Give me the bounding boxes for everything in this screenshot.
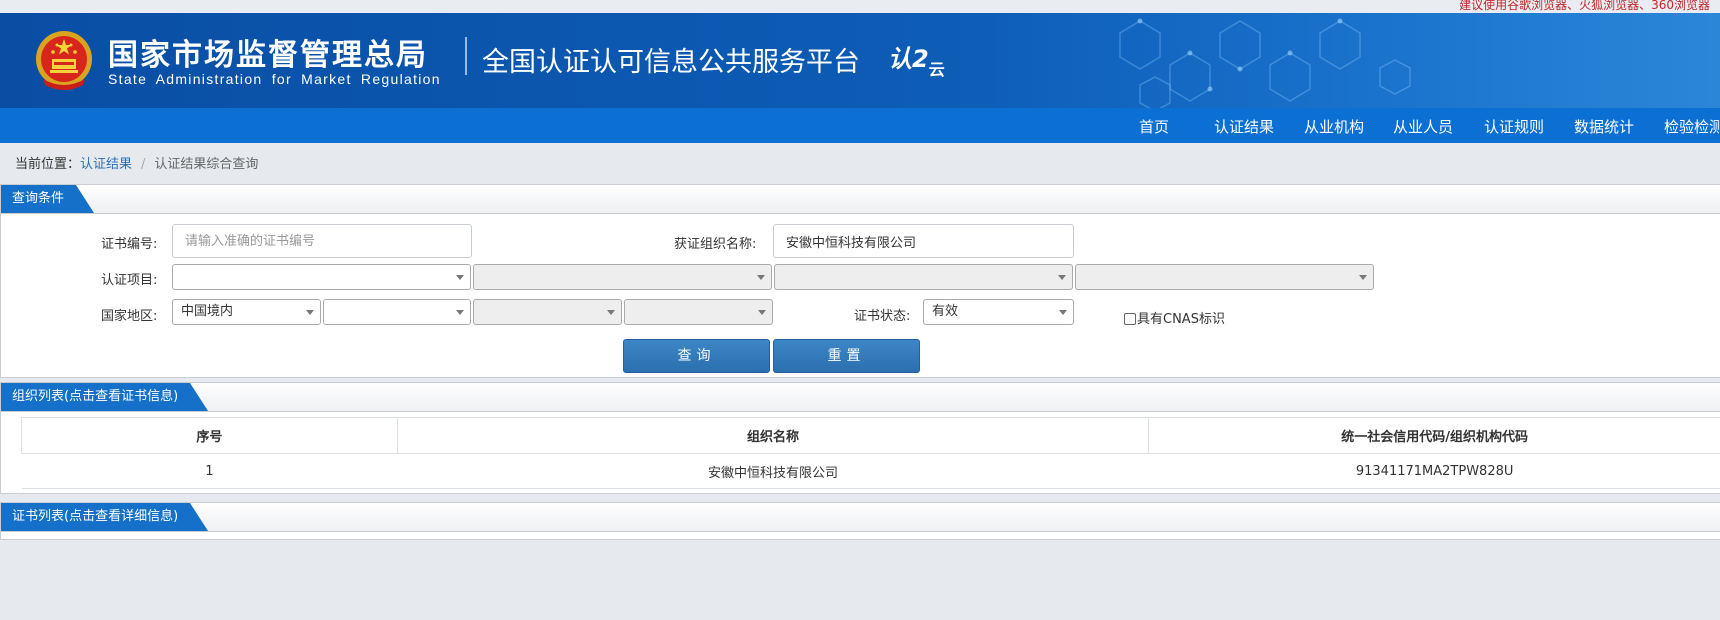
region-select-country[interactable]: 中国境内 [172, 299, 321, 325]
chevron-down-icon [456, 275, 464, 280]
org-list-panel-header: 组织列表(点击查看证书信息) [1, 383, 1720, 412]
org-list-panel-title: 组织列表(点击查看证书信息) [1, 383, 209, 411]
cnas-checkbox-field[interactable]: 具有CNAS标识 [1124, 308, 1225, 327]
main-nav: 首页 认证结果 从业机构 从业人员 认证规则 数据统计 检验检测 [0, 108, 1720, 143]
cloud-logo-sub: 云 [928, 60, 945, 79]
region-select-value: 中国境内 [181, 304, 234, 319]
cert-list-panel-title: 证书列表(点击查看详细信息) [1, 503, 209, 531]
chevron-down-icon [1058, 275, 1066, 280]
header-divider [465, 37, 467, 75]
chevron-down-icon [757, 275, 765, 280]
org-name-label: 获证组织名称: [674, 237, 757, 252]
breadcrumb-prefix: 当前位置： [15, 157, 81, 172]
cert-list-panel: 证书列表(点击查看详细信息) [0, 502, 1720, 540]
nav-item-inspection[interactable]: 检验检测 [1664, 116, 1720, 137]
hex-pattern-decoration [1119, 18, 1411, 108]
chevron-down-icon [1059, 310, 1067, 315]
reset-button[interactable]: 重置 [773, 339, 920, 373]
chevron-down-icon [607, 310, 615, 315]
query-panel-title: 查询条件 [1, 185, 95, 213]
chevron-down-icon [306, 310, 314, 315]
browser-tip-bar: 建议使用谷歌浏览器、火狐浏览器、360浏览器 [0, 0, 1720, 13]
region-select-district[interactable] [624, 299, 773, 325]
column-header-index: 序号 [21, 417, 398, 454]
nav-item-institutions[interactable]: 从业机构 [1304, 116, 1364, 137]
chevron-down-icon [1359, 275, 1367, 280]
breadcrumb-separator: / [141, 157, 146, 172]
table-header-row: 序号 组织名称 统一社会信用代码/组织机构代码 [21, 417, 1720, 454]
cnas-label: 具有CNAS标识 [1137, 312, 1225, 327]
org-name-input[interactable] [773, 224, 1074, 258]
org-list-panel: 组织列表(点击查看证书信息) 序号 组织名称 统一社会信用代码/组织机构代码 1… [0, 382, 1720, 494]
platform-title: 全国认证认可信息公共服务平台 [482, 47, 860, 78]
site-header: 国家市场监督管理总局 State Administration for Mark… [0, 13, 1720, 108]
cert-no-label: 证书编号: [101, 237, 158, 252]
table-cell-index: 1 [21, 453, 398, 489]
cert-list-panel-header: 证书列表(点击查看详细信息) [1, 503, 1720, 532]
cert-status-value: 有效 [932, 304, 959, 319]
browser-tip-text: 建议使用谷歌浏览器、火狐浏览器、360浏览器 [1459, 0, 1710, 12]
national-emblem-icon [36, 31, 92, 90]
chevron-down-icon [456, 310, 464, 315]
org-table: 序号 组织名称 统一社会信用代码/组织机构代码 1 安徽中恒科技有限公司 913… [21, 417, 1720, 489]
cnas-checkbox[interactable] [1124, 313, 1136, 325]
cert-no-input[interactable] [172, 224, 472, 258]
query-panel-header: 查询条件 [1, 185, 1720, 214]
table-cell-credit-code: 91341171MA2TPW828U [1148, 453, 1720, 489]
search-button[interactable]: 查询 [623, 339, 770, 373]
column-header-org-name: 组织名称 [396, 417, 1150, 454]
agency-name-en: State Administration for Market Regulati… [108, 71, 441, 87]
breadcrumb-current: 认证结果综合查询 [154, 157, 259, 172]
breadcrumb: 当前位置：认证结果 / 认证结果综合查询 [15, 153, 258, 172]
cert-project-select-2[interactable] [473, 264, 772, 290]
cloud-logo-swirl: 2 [912, 45, 929, 73]
region-select-province[interactable] [323, 299, 471, 325]
cloud-logo: 认2云 [888, 39, 945, 79]
cloud-logo-main: 认 [888, 45, 912, 73]
region-select-city[interactable] [473, 299, 622, 325]
cert-project-select-1[interactable] [172, 264, 471, 290]
cert-project-select-3[interactable] [774, 264, 1073, 290]
column-header-credit-code: 统一社会信用代码/组织机构代码 [1148, 417, 1720, 454]
cert-project-label: 认证项目: [101, 273, 158, 288]
agency-name-cn: 国家市场监督管理总局 [108, 38, 428, 73]
query-panel: 查询条件 证书编号: 获证组织名称: 认证项目: 国家地区: 中国境内 证书状态… [0, 184, 1720, 378]
chevron-down-icon [758, 310, 766, 315]
breadcrumb-link-cert-results[interactable]: 认证结果 [80, 157, 132, 172]
nav-item-statistics[interactable]: 数据统计 [1574, 116, 1634, 137]
cert-status-label: 证书状态: [854, 309, 911, 324]
region-label: 国家地区: [101, 309, 158, 324]
table-cell-org-name[interactable]: 安徽中恒科技有限公司 [397, 453, 1149, 489]
nav-item-personnel[interactable]: 从业人员 [1393, 116, 1453, 137]
cert-project-select-4[interactable] [1075, 264, 1374, 290]
nav-item-cert-rules[interactable]: 认证规则 [1484, 116, 1544, 137]
nav-item-home[interactable]: 首页 [1139, 116, 1169, 137]
table-row[interactable]: 1 安徽中恒科技有限公司 91341171MA2TPW828U [21, 453, 1720, 489]
nav-item-cert-results[interactable]: 认证结果 [1214, 116, 1274, 137]
cert-status-select[interactable]: 有效 [923, 299, 1074, 325]
